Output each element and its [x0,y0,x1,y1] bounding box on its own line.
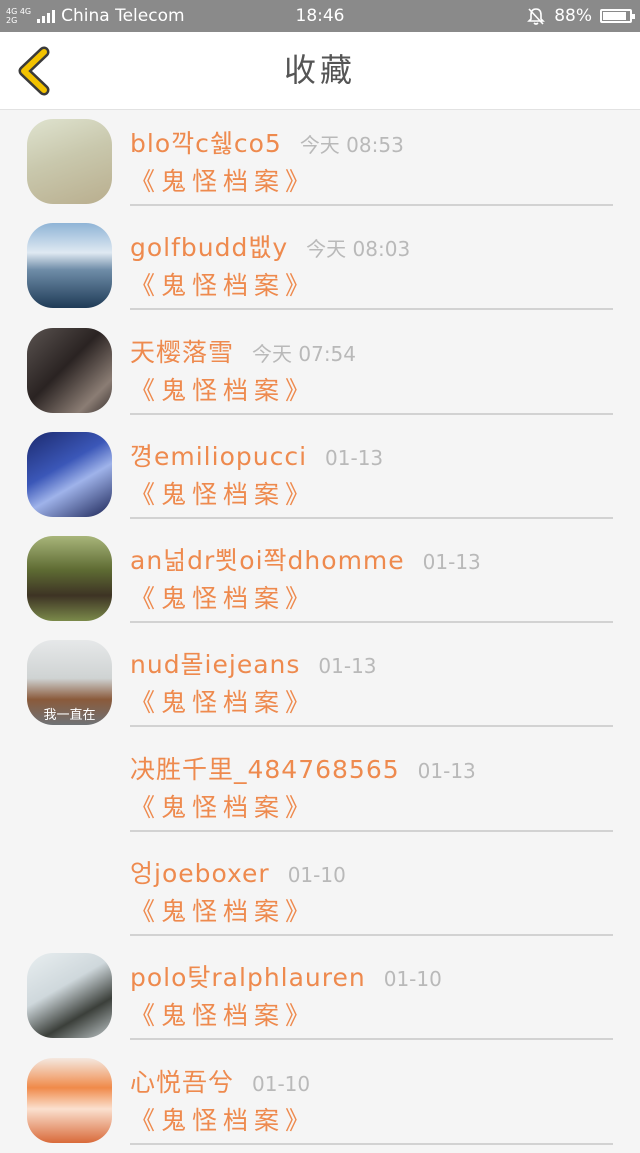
favorite-item[interactable]: polo탖ralphlauren 01-10 《鬼怪档案》 [0,944,640,1048]
favorite-header: 꼉emiliopucci 01-13 [130,437,383,471]
favorite-header: blo깍c쉟co5 今天 08:53 [130,124,404,158]
divider [130,1142,613,1145]
anime-girl-avatar[interactable] [27,1057,112,1143]
favorite-time: 01-13 [422,550,481,575]
favorite-header: 天樱落雪 今天 07:54 [130,333,356,367]
book-title[interactable]: 《鬼怪档案》 [130,162,316,198]
favorite-header: nud몰iejeans 01-13 [130,645,377,679]
foggy-figure-avatar[interactable] [27,119,112,204]
book-title[interactable]: 《鬼怪档案》 [130,579,316,615]
favorite-header: polo탖ralphlauren 01-10 [130,958,442,992]
book-title[interactable]: 《鬼怪档案》 [130,788,316,824]
favorite-time: 01-13 [417,758,476,783]
favorite-info: an넒dr뾧oi쫙dhomme 01-13 《鬼怪档案》 [130,527,613,622]
user-name[interactable]: 天樱落雪 [130,333,234,369]
favorite-item[interactable]: 天樱落雪 今天 07:54 《鬼怪档案》 [0,319,640,423]
favorite-header: 엉joeboxer 01-10 [130,854,346,888]
user-name[interactable]: 心悦吾兮 [130,1063,234,1099]
book-title[interactable]: 《鬼怪档案》 [130,371,316,407]
favorite-info: 꼉emiliopucci 01-13 《鬼怪档案》 [130,423,613,518]
favorite-time: 01-10 [383,967,442,992]
user-name[interactable]: 决胜千里_484768565 [130,750,400,786]
dark-girl-avatar[interactable] [27,327,112,413]
favorite-header: an넒dr뾧oi쫙dhomme 01-13 [130,541,481,575]
favorite-item[interactable]: 엉joeboxer 01-10 《鬼怪档案》 [0,840,640,944]
favorite-info: blo깍c쉟co5 今天 08:53 《鬼怪档案》 [130,110,613,205]
divider [130,1038,613,1041]
favorite-time: 01-13 [325,445,384,470]
favorite-time: 01-10 [287,863,346,888]
favorite-item[interactable]: 心悦吾兮 01-10 《鬼怪档案》 [0,1049,640,1153]
favorite-info: 决胜千里_484768565 01-13 《鬼怪档案》 [130,736,613,831]
battery-percent: 88% [554,6,592,26]
status-bar: 4G 4G 2G China Telecom 18:46 88% [0,0,640,32]
user-name[interactable]: golfbudd뱂y [130,228,288,264]
favorite-info: polo탖ralphlauren 01-10 《鬼怪档案》 [130,944,613,1039]
divider [130,204,613,206]
user-name[interactable]: blo깍c쉟co5 [130,124,282,160]
user-name[interactable]: 꼉emiliopucci [130,437,307,473]
favorites-list: blo깍c쉟co5 今天 08:53 《鬼怪档案》 golfbudd뱂y 今天 … [0,110,640,1153]
favorite-time: 今天 07:54 [252,341,357,366]
favorite-item[interactable]: 决胜千里_484768565 01-13 《鬼怪档案》 [0,736,640,840]
favorite-item[interactable]: 我一直在 nud몰iejeans 01-13 《鬼怪档案》 [0,631,640,735]
book-title[interactable]: 《鬼怪档案》 [130,892,316,928]
favorite-item[interactable]: blo깍c쉟co5 今天 08:53 《鬼怪档案》 [0,110,640,214]
sky-sea-avatar[interactable] [27,223,112,309]
favorite-item[interactable]: golfbudd뱂y 今天 08:03 《鬼怪档案》 [0,214,640,318]
headphones-avatar[interactable] [27,953,112,1039]
favorite-item[interactable]: 꼉emiliopucci 01-13 《鬼怪档案》 [0,423,640,527]
user-name[interactable]: an넒dr뾧oi쫙dhomme [130,541,405,577]
divider [130,725,613,728]
divider [130,308,613,311]
favorite-info: 天樱落雪 今天 07:54 《鬼怪档案》 [130,319,613,414]
user-name[interactable]: nud몰iejeans [130,645,300,681]
favorite-info: 心悦吾兮 01-10 《鬼怪档案》 [130,1049,613,1144]
user-name[interactable]: polo탖ralphlauren [130,958,366,994]
book-title[interactable]: 《鬼怪档案》 [130,266,316,302]
anime-boy-avatar[interactable] [27,431,112,517]
field-girl-avatar[interactable] [27,536,112,622]
divider [130,516,613,519]
book-title[interactable]: 《鬼怪档案》 [130,683,316,719]
favorite-header: golfbudd뱂y 今天 08:03 [130,228,410,262]
battery-icon [600,9,635,23]
header-bar: 收藏 [0,32,640,110]
girl-back-avatar[interactable]: 我一直在 [27,640,112,726]
divider [130,934,613,937]
book-title[interactable]: 《鬼怪档案》 [130,996,316,1032]
avatar-caption: 我一直在 [43,708,96,724]
status-right: 88% [526,0,635,32]
favorite-item[interactable]: an넒dr뾧oi쫙dhomme 01-13 《鬼怪档案》 [0,527,640,631]
battery-fill [603,12,626,20]
favorite-time: 今天 08:03 [306,237,411,262]
favorite-time: 今天 08:53 [299,133,404,157]
favorite-time: 01-13 [318,654,377,679]
favorite-info: 엉joeboxer 01-10 《鬼怪档案》 [130,840,613,935]
book-title[interactable]: 《鬼怪档案》 [130,1101,316,1137]
book-title[interactable]: 《鬼怪档案》 [130,475,316,511]
favorite-header: 决胜千里_484768565 01-13 [130,750,476,784]
divider [130,829,613,832]
bell-muted-icon [527,8,546,25]
user-name[interactable]: 엉joeboxer [130,854,270,890]
favorite-info: golfbudd뱂y 今天 08:03 《鬼怪档案》 [130,214,613,309]
favorite-header: 心悦吾兮 01-10 [130,1063,310,1097]
favorite-info: nud몰iejeans 01-13 《鬼怪档案》 [130,631,613,726]
divider [130,412,613,415]
divider [130,621,613,624]
page-title: 收藏 [283,51,356,89]
favorite-time: 01-10 [252,1071,311,1096]
